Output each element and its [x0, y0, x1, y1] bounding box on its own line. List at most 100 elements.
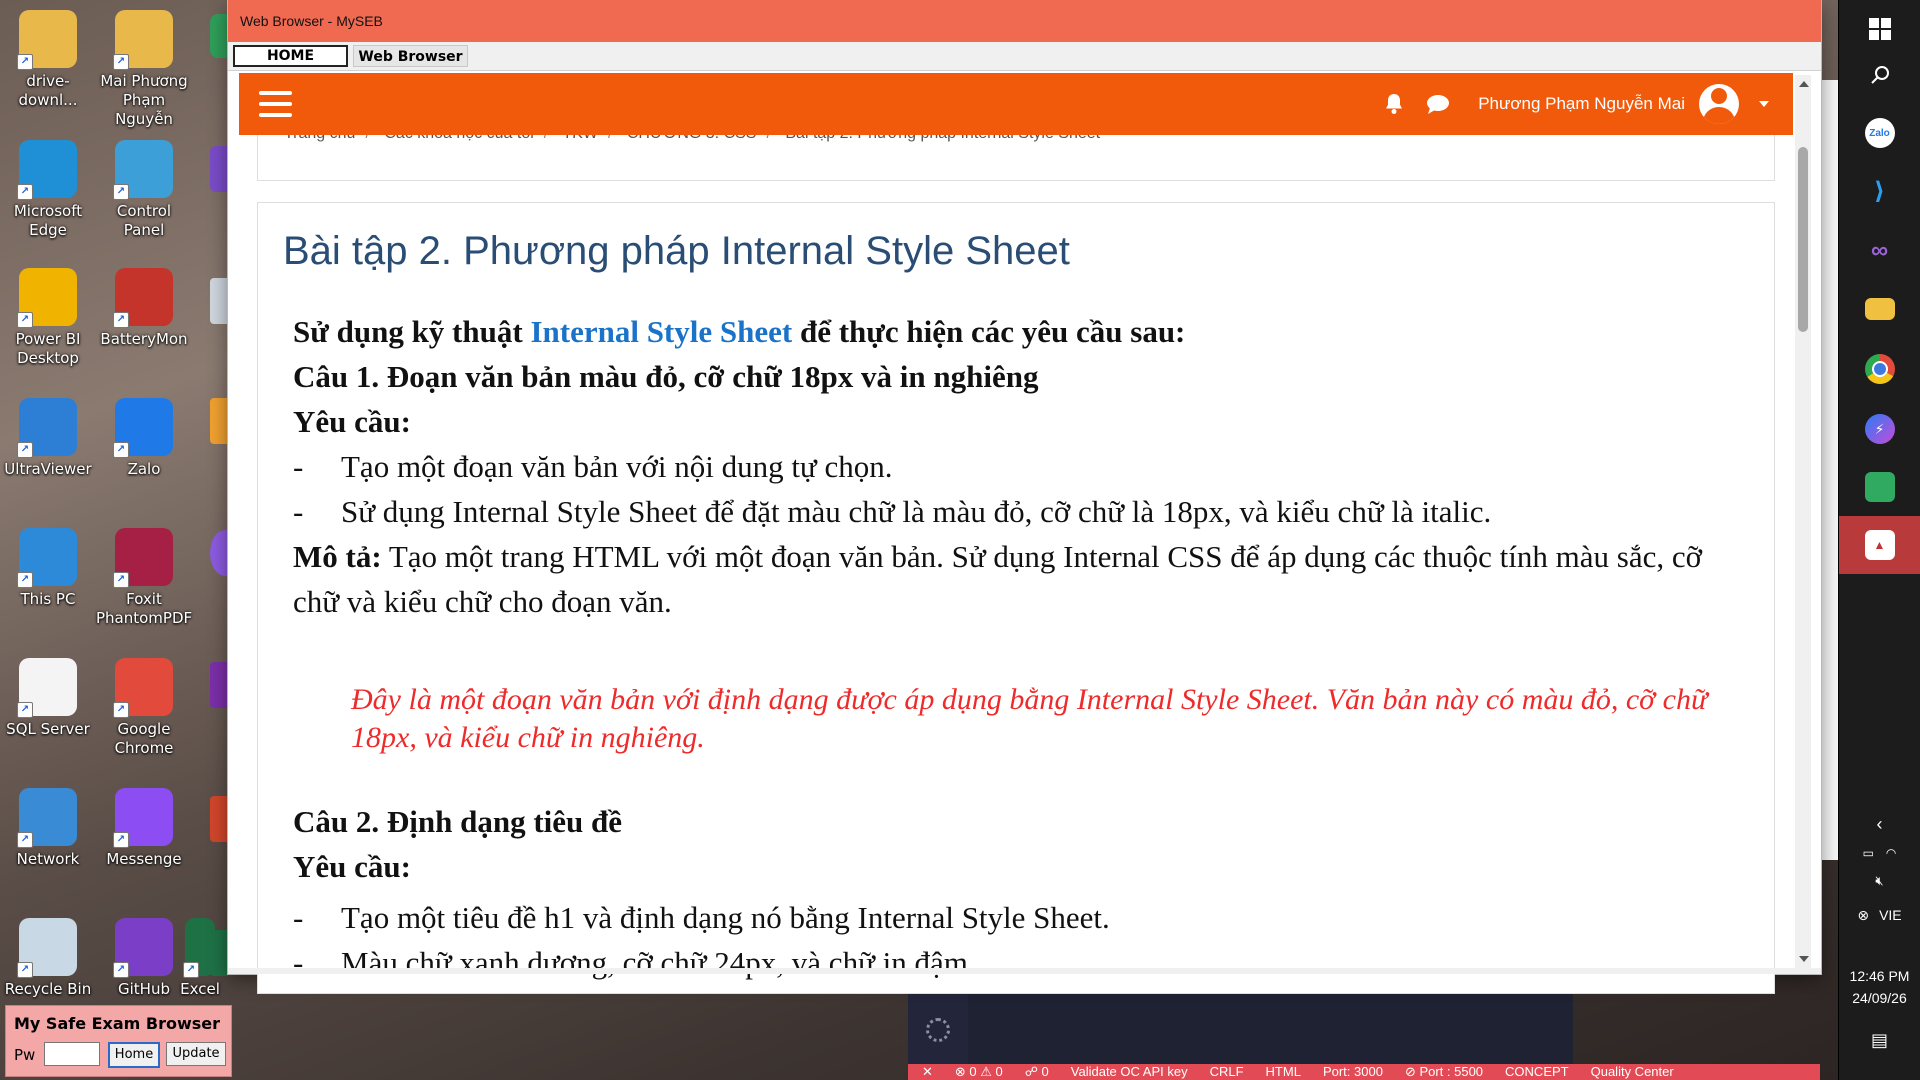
seb-title: My Safe Exam Browser: [14, 1014, 221, 1033]
taskbar-vscode[interactable]: ⟩: [1839, 162, 1920, 220]
shortcut-arrow-icon: ↗: [113, 832, 129, 848]
intro-highlight: Internal Style Sheet: [530, 314, 793, 349]
desktop-icon[interactable]: ↗ BatteryMon: [96, 268, 192, 349]
shortcut-arrow-icon: ↗: [17, 442, 33, 458]
wifi-icon: ◠: [1885, 846, 1897, 860]
shortcut-arrow-icon: ↗: [183, 962, 199, 978]
status-item[interactable]: Quality Center: [1591, 1064, 1674, 1079]
desktop-icon-label: Recycle Bin: [4, 980, 92, 998]
status-item[interactable]: ⊘ Port : 5500: [1405, 1064, 1483, 1079]
status-item[interactable]: ☍ 0: [1025, 1064, 1049, 1079]
tab-web-browser[interactable]: Web Browser: [353, 45, 468, 67]
desktop-icon[interactable]: ↗ Microsoft Edge: [0, 140, 96, 240]
page-title: Bài tập 2. Phương pháp Internal Style Sh…: [283, 229, 1070, 273]
shortcut-arrow-icon: ↗: [17, 962, 33, 978]
notification-button[interactable]: ▤: [1839, 1016, 1920, 1064]
taskbar-zalo[interactable]: Zalo: [1839, 104, 1920, 162]
desktop-icon[interactable]: ↗ Control Panel: [96, 140, 192, 240]
app-icon: ↗: [17, 528, 77, 588]
window-bottom-edge: [228, 968, 1821, 974]
status-item[interactable]: CONCEPT: [1505, 1064, 1569, 1079]
scrollbar-thumb[interactable]: [1798, 147, 1808, 332]
clock-date[interactable]: 24/09/26: [1839, 988, 1920, 1008]
taskbar-messenger[interactable]: ⚡: [1839, 400, 1920, 458]
desktop-icon-label: Network: [16, 850, 80, 868]
desktop-icon[interactable]: ↗ GitHub: [96, 918, 192, 999]
chevron-left-icon: ‹: [1876, 813, 1883, 834]
status-item[interactable]: HTML: [1266, 1064, 1301, 1079]
list-item: - Màu chữ xanh dương, cỡ chữ 24px, và chữ…: [293, 945, 976, 980]
shortcut-arrow-icon: ↗: [113, 184, 129, 200]
avatar[interactable]: [1699, 84, 1739, 124]
windows-icon: [1868, 18, 1891, 40]
scroll-up-arrow-icon[interactable]: [1799, 81, 1809, 87]
tab-strip: HOME Web Browser: [228, 42, 1821, 71]
search-icon: [1870, 66, 1889, 84]
desktop-icon[interactable]: ↗ UltraViewer: [0, 398, 96, 479]
taskbar: Zalo ⟩ ∞ ⚡ ▲ ‹ ▭ ◠ 🔇︎ ⊗ VIE 12:46 PM 24/09…: [1838, 0, 1920, 1080]
password-input[interactable]: [44, 1042, 100, 1066]
requirement-label: Yêu cầu:: [293, 849, 411, 884]
status-item[interactable]: Validate OC API key: [1071, 1064, 1188, 1079]
list-item: - Tạo một đoạn văn bản với nội dung tự ch…: [293, 449, 893, 484]
home-button[interactable]: Home: [108, 1042, 160, 1068]
desktop-icon[interactable]: ↗ Mai Phương Phạm Nguyễn: [96, 10, 192, 129]
desktop-icon-label: UltraViewer: [4, 460, 92, 478]
desktop-icon[interactable]: ↗ drive-downl...: [0, 10, 96, 110]
app-icon: ↗: [17, 788, 77, 848]
system-tray-battery-wifi[interactable]: ▭ ◠: [1839, 838, 1920, 868]
app-icon: ↗: [17, 658, 77, 718]
remote-icon[interactable]: ✕: [922, 1064, 933, 1079]
volume-button[interactable]: 🔇︎: [1839, 866, 1920, 896]
desktop-icon-label: Google Chrome: [114, 720, 174, 757]
desktop-icon[interactable]: ↗ Google Chrome: [96, 658, 192, 758]
desktop-icon[interactable]: ↗ Power BI Desktop: [0, 268, 96, 368]
tab-home[interactable]: HOME: [233, 45, 348, 67]
desktop-icon-label: This PC: [20, 590, 76, 608]
folder-icon: [1864, 298, 1895, 320]
taskbar-visual-studio[interactable]: ∞: [1839, 222, 1920, 280]
update-button[interactable]: Update: [166, 1042, 226, 1066]
chevron-down-icon[interactable]: [1759, 101, 1769, 107]
user-name[interactable]: Phương Phạm Nguyễn Mai: [1478, 94, 1685, 114]
scroll-down-arrow-icon[interactable]: [1799, 956, 1809, 962]
status-item[interactable]: CRLF: [1210, 1064, 1244, 1079]
desktop-icon[interactable]: ↗ SQL Server: [0, 658, 96, 739]
intro-line: Sử dụng kỹ thuật Internal Style Sheet để…: [293, 314, 1186, 349]
vertical-scrollbar[interactable]: [1795, 75, 1811, 968]
vscode-status-bar: ✕ ⊗ 0 ⚠ 0 ☍ 0 Validate OC API key CRLF HTML Po…: [908, 1064, 1820, 1080]
app-icon: ↗: [113, 268, 173, 328]
desktop-icon[interactable]: ↗ Recycle Bin: [0, 918, 96, 999]
search-button[interactable]: [1839, 46, 1920, 104]
status-item[interactable]: Port: 3000: [1323, 1064, 1383, 1079]
password-label: Pw: [14, 1046, 36, 1064]
status-item[interactable]: ⊗ 0 ⚠ 0: [955, 1064, 1003, 1079]
shortcut-arrow-icon: ↗: [113, 54, 129, 70]
gear-icon[interactable]: [926, 1018, 950, 1042]
desktop-icon[interactable]: ↗ Foxit PhantomPDF: [96, 528, 192, 628]
partial-icon-column: [206, 0, 228, 1000]
taskbar-chrome[interactable]: [1839, 340, 1920, 398]
hamburger-icon[interactable]: [259, 91, 292, 117]
window-title: Web Browser - MySEB: [228, 0, 1821, 42]
desktop-icon[interactable]: ↗ Zalo: [96, 398, 192, 479]
desktop-icon[interactable]: ↗ This PC: [0, 528, 96, 609]
desktop-icon[interactable]: ↗ Messenge: [96, 788, 192, 869]
list-item: - Sử dụng Internal Style Sheet để đặt màu…: [293, 494, 1492, 529]
desktop-icon[interactable]: ↗ Network: [0, 788, 96, 869]
bell-icon[interactable]: [1384, 93, 1404, 115]
taskbar-active-app[interactable]: ▲: [1839, 516, 1920, 574]
vscode-icon: ⟩: [1874, 177, 1885, 205]
taskbar-app[interactable]: [1839, 458, 1920, 516]
clock-time[interactable]: 12:46 PM: [1839, 966, 1920, 986]
desktop-icon-label: SQL Server: [6, 720, 90, 738]
taskbar-file-explorer[interactable]: [1839, 280, 1920, 338]
app-icon: [1864, 472, 1895, 502]
app-icon: ↗: [113, 658, 173, 718]
language-indicator[interactable]: ⊗ VIE: [1839, 898, 1920, 932]
shortcut-arrow-icon: ↗: [17, 312, 33, 328]
shortcut-arrow-icon: ↗: [17, 832, 33, 848]
volume-muted-icon: 🔇︎: [1875, 873, 1884, 888]
chat-icon[interactable]: [1426, 94, 1450, 114]
desktop-icon-label: drive-downl...: [18, 72, 78, 109]
